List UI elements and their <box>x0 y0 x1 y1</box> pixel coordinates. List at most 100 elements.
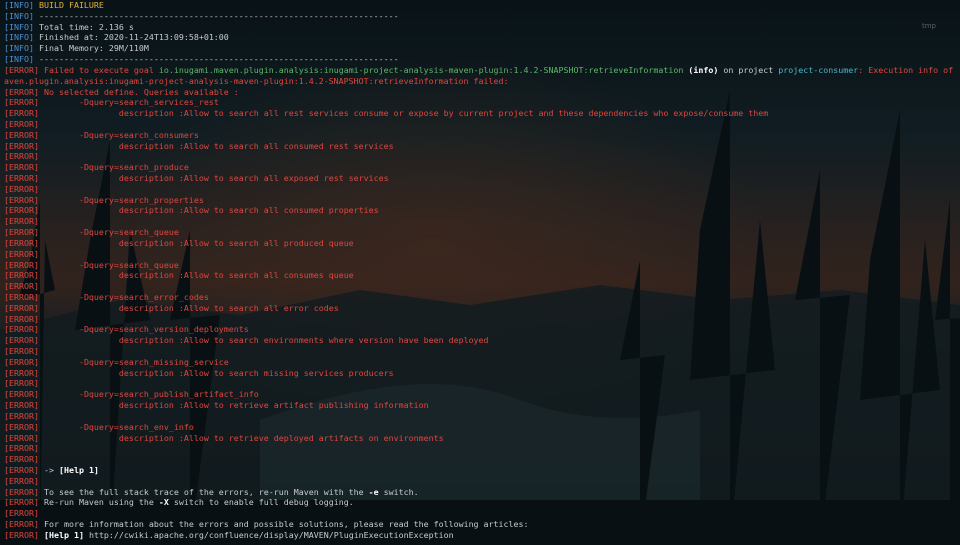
terminal-line: [INFO] Total time: 2.136 s <box>4 21 134 32</box>
terminal-line: [ERROR] -Dquery=search_services_rest <box>4 97 219 108</box>
terminal-line: [ERROR] -Dquery=search_properties <box>4 194 204 205</box>
log-level-error: ERROR <box>9 151 34 162</box>
log-level-error: ERROR <box>9 529 34 540</box>
terminal-line: [ERROR] <box>4 443 39 454</box>
log-level-error: ERROR <box>9 378 34 389</box>
log-level-error: ERROR <box>9 140 34 151</box>
terminal-line: [INFO] BUILD FAILURE <box>4 0 104 10</box>
log-level-error: ERROR <box>9 519 34 529</box>
log-text-segment: For more information about the errors an… <box>38 519 529 529</box>
terminal-line: aven.plugin.analysis:inugami-project-ana… <box>4 76 956 87</box>
log-level-error: ERROR <box>9 97 34 108</box>
terminal-line: [ERROR] -Dquery=search_missing_service <box>4 356 229 367</box>
log-level-error: ERROR <box>9 335 34 346</box>
log-level-error: ERROR <box>9 497 34 508</box>
log-text-segment: -X <box>158 497 169 508</box>
log-level-error: ERROR <box>9 486 34 497</box>
terminal-line: [ERROR] description :Allow to retrieve d… <box>4 432 444 443</box>
log-text-segment: description :Allow to search all exposed… <box>38 173 389 183</box>
log-text-segment: -Dquery=search_consumers <box>38 129 199 140</box>
log-text-segment: ----------------------------------------… <box>33 10 399 21</box>
log-level-error: ERROR <box>9 216 34 227</box>
terminal-line: [ERROR] <box>4 281 39 292</box>
terminal-line: [ERROR] description :Allow to search env… <box>4 335 489 346</box>
terminal-line: [INFO] ---------------------------------… <box>4 10 399 21</box>
log-text-segment: No selected define. Queries available : <box>38 86 239 97</box>
log-level-error: ERROR <box>9 313 34 324</box>
log-text-segment: (info) <box>683 64 719 75</box>
log-level-error: ERROR <box>9 205 34 216</box>
terminal-line: [ERROR] <box>4 475 39 486</box>
terminal-line: [ERROR] -Dquery=search_queue <box>4 259 179 270</box>
log-level-error: ERROR <box>9 346 34 356</box>
terminal-line: [ERROR] description :Allow to search all… <box>4 205 379 216</box>
log-level-info: INFO <box>9 10 29 21</box>
log-level-error: ERROR <box>9 248 34 259</box>
terminal-line: [ERROR] -Dquery=search_queue <box>4 227 179 238</box>
log-level-error: ERROR <box>9 281 34 292</box>
terminal-line: [ERROR] <box>4 346 39 356</box>
log-text-segment: Re-run Maven using the <box>38 497 159 508</box>
terminal-line: [ERROR] description :Allow to search all… <box>4 173 389 183</box>
log-text-segment: -Dquery=search_queue <box>38 259 179 270</box>
log-level-error: ERROR <box>9 508 34 519</box>
terminal-line: [ERROR] -Dquery=search_publish_artifact_… <box>4 389 259 400</box>
terminal-line: [ERROR] -Dquery=search_error_codes <box>4 291 209 302</box>
log-level-error: ERROR <box>9 464 34 475</box>
log-level-error: ERROR <box>9 356 34 367</box>
log-level-error: ERROR <box>9 118 34 129</box>
log-text-segment: -Dquery=search_error_codes <box>38 291 209 302</box>
log-level-error: ERROR <box>9 108 34 119</box>
log-text-segment: -Dquery=search_publish_artifact_info <box>38 389 259 400</box>
terminal-line: [INFO] Final Memory: 29M/110M <box>4 43 149 54</box>
terminal-line: [ERROR] -Dquery=search_consumers <box>4 129 199 140</box>
log-level-error: ERROR <box>9 367 34 378</box>
log-level-error: ERROR <box>9 237 34 248</box>
log-level-error: ERROR <box>9 400 34 411</box>
log-level-error: ERROR <box>9 324 34 335</box>
log-level-error: ERROR <box>9 302 34 313</box>
log-text-segment: Total time: 2.136 s <box>33 21 134 32</box>
terminal-line: [ERROR] To see the full stack trace of t… <box>4 486 419 497</box>
log-level-error: ERROR <box>9 183 34 194</box>
log-level-info: INFO <box>9 43 29 54</box>
terminal-line: [ERROR] <box>4 248 39 259</box>
terminal-line: [INFO] Finished at: 2020-11-24T13:09:58+… <box>4 32 229 43</box>
log-level-error: ERROR <box>9 432 34 443</box>
terminal-line: [ERROR] description :Allow to search all… <box>4 237 354 248</box>
log-text-segment: switch. <box>378 486 419 497</box>
terminal-line: [ERROR] For more information about the e… <box>4 519 529 529</box>
log-level-error: ERROR <box>9 410 34 421</box>
log-level-error: ERROR <box>9 475 34 486</box>
log-level-error: ERROR <box>9 227 34 238</box>
log-level-error: ERROR <box>9 454 34 465</box>
log-text-segment: -Dquery=search_env_info <box>38 421 194 432</box>
log-text-segment: description :Allow to search all consume… <box>38 270 354 281</box>
log-text-segment: description :Allow to retrieve artifact … <box>38 400 429 411</box>
terminal-line: [INFO] ---------------------------------… <box>4 54 399 65</box>
log-text-segment: description :Allow to search all consume… <box>38 140 394 151</box>
log-level-error: ERROR <box>9 270 34 281</box>
terminal-line: [ERROR] <box>4 183 39 194</box>
log-text-segment: -Dquery=search_properties <box>38 194 204 205</box>
log-text-segment: : Execution info of goal io.inugami.m <box>858 64 954 75</box>
log-text-segment: description :Allow to search missing ser… <box>38 367 394 378</box>
log-text-segment: aven.plugin.analysis:inugami-project-ana… <box>4 75 509 86</box>
terminal-line: [ERROR] -> [Help 1] <box>4 464 99 475</box>
log-text-segment: ----------------------------------------… <box>33 54 399 65</box>
log-text-segment: -Dquery=search_queue <box>38 227 179 238</box>
log-text-segment: -Dquery=search_services_rest <box>38 97 219 108</box>
log-text-segment: description :Allow to search environment… <box>38 335 489 346</box>
terminal-line: [ERROR] description :Allow to retrieve a… <box>4 400 429 411</box>
terminal-line: [ERROR] Re-run Maven using the -X switch… <box>4 497 354 508</box>
log-level-error: ERROR <box>9 443 34 454</box>
log-text-segment: description :Allow to search all consume… <box>38 205 379 216</box>
log-level-error: ERROR <box>9 259 34 270</box>
terminal-line: [ERROR] <box>4 216 39 227</box>
terminal-output[interactable]: [INFO] BUILD FAILURE [INFO] -------------… <box>4 0 956 545</box>
terminal-line: [ERROR] <box>4 454 39 465</box>
log-text-segment: description :Allow to search all error c… <box>38 302 339 313</box>
log-level-error: ERROR <box>9 389 34 400</box>
log-level-error: ERROR <box>9 421 34 432</box>
log-text-segment: on project <box>718 64 779 75</box>
